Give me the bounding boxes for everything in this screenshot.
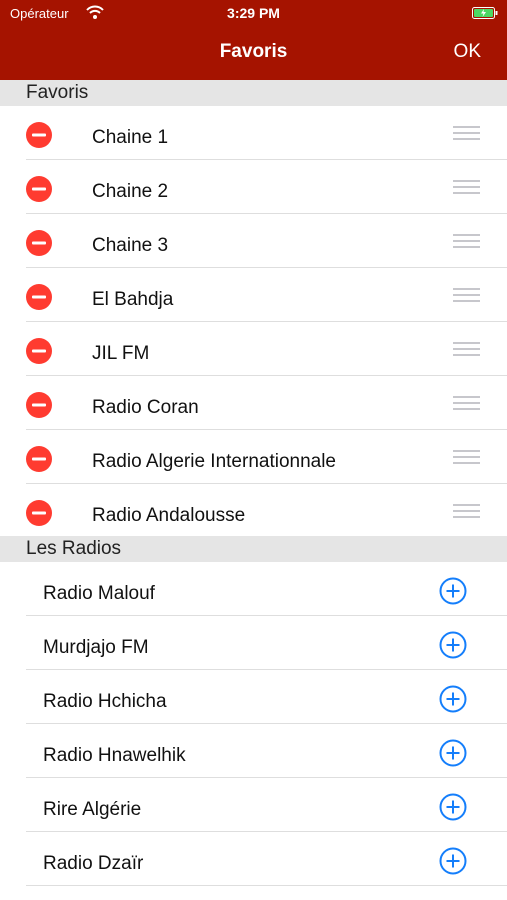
minus-circle-icon[interactable] <box>26 284 52 310</box>
reorder-handle-icon[interactable] <box>453 450 480 466</box>
reorder-handle-icon[interactable] <box>453 342 480 358</box>
minus-circle-icon[interactable] <box>26 176 52 202</box>
plus-circle-icon[interactable] <box>439 739 467 767</box>
plus-circle-icon[interactable] <box>439 631 467 659</box>
plus-circle-icon[interactable] <box>439 577 467 605</box>
favorite-row[interactable]: JIL FM <box>0 322 507 376</box>
favorite-row[interactable]: El Bahdja <box>0 268 507 322</box>
radio-label: Radio Malouf <box>43 583 155 604</box>
radio-label: Rire Algérie <box>43 799 142 820</box>
navigation-bar: Opérateur 3:29 PM Favoris OK <box>0 0 507 80</box>
reorder-handle-icon[interactable] <box>453 288 480 304</box>
minus-circle-icon[interactable] <box>26 500 52 526</box>
battery-icon <box>472 7 498 19</box>
radio-row[interactable]: Radio Hnawelhik <box>0 724 507 778</box>
favorite-row[interactable]: Chaine 1 <box>0 106 507 160</box>
favorite-row[interactable]: Radio Algerie Internationnale <box>0 430 507 484</box>
minus-circle-icon[interactable] <box>26 230 52 256</box>
favorite-label: Chaine 3 <box>92 235 169 256</box>
favorite-row[interactable]: Radio Andalousse <box>0 484 507 538</box>
radio-row[interactable]: Radio Hchicha <box>0 670 507 724</box>
radio-row[interactable]: Murdjajo FM <box>0 616 507 670</box>
favorite-label: El Bahdja <box>92 289 174 310</box>
minus-circle-icon[interactable] <box>26 122 52 148</box>
plus-circle-icon[interactable] <box>439 793 467 821</box>
page-title: Favoris <box>219 41 288 62</box>
favorite-label: Chaine 1 <box>92 127 169 148</box>
status-bar: Opérateur 3:29 PM <box>0 0 507 28</box>
reorder-handle-icon[interactable] <box>453 180 480 196</box>
reorder-handle-icon[interactable] <box>453 504 480 520</box>
reorder-handle-icon[interactable] <box>453 234 480 250</box>
favorite-label: JIL FM <box>92 343 150 364</box>
radios-list: Radio Malouf Murdjajo FM Radio Hchicha R… <box>0 562 507 886</box>
radio-label: Radio Hchicha <box>43 691 167 712</box>
ok-button[interactable]: OK <box>454 41 481 63</box>
favorite-label: Radio Coran <box>92 397 199 418</box>
plus-circle-icon[interactable] <box>439 685 467 713</box>
favorite-label: Radio Andalousse <box>92 505 246 526</box>
favorite-row[interactable]: Chaine 3 <box>0 214 507 268</box>
radios-section-header: Les Radios <box>0 536 507 562</box>
radio-label: Radio Dzaïr <box>43 853 144 874</box>
minus-circle-icon[interactable] <box>26 338 52 364</box>
radios-header-label: Les Radios <box>26 538 122 559</box>
minus-circle-icon[interactable] <box>26 446 52 472</box>
radio-label: Murdjajo FM <box>43 637 149 658</box>
favorite-label: Radio Algerie Internationnale <box>92 451 337 472</box>
radio-label: Radio Hnawelhik <box>43 745 186 766</box>
favorites-list: Chaine 1 Chaine 2 Chaine 3 El Bahdja JIL… <box>0 106 507 538</box>
reorder-handle-icon[interactable] <box>453 396 480 412</box>
row-divider <box>26 885 507 886</box>
favorites-header-label: Favoris <box>26 82 89 103</box>
favorites-section-header: Favoris <box>0 80 507 106</box>
favorite-row[interactable]: Chaine 2 <box>0 160 507 214</box>
reorder-handle-icon[interactable] <box>453 126 480 142</box>
status-time: 3:29 PM <box>227 5 280 21</box>
favorite-row[interactable]: Radio Coran <box>0 376 507 430</box>
radio-row[interactable]: Rire Algérie <box>0 778 507 832</box>
radio-row[interactable]: Radio Dzaïr <box>0 832 507 886</box>
favorite-label: Chaine 2 <box>92 181 169 202</box>
radio-row[interactable]: Radio Malouf <box>0 562 507 616</box>
plus-circle-icon[interactable] <box>439 847 467 875</box>
minus-circle-icon[interactable] <box>26 392 52 418</box>
